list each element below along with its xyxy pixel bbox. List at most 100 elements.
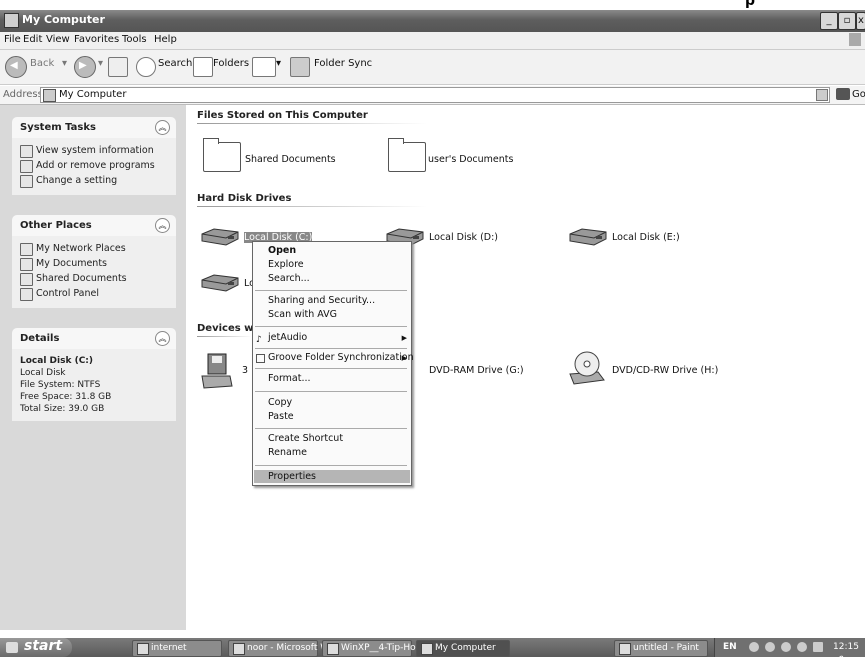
jetaudio-icon: ♪ — [256, 335, 262, 345]
go-arrow-icon[interactable] — [836, 88, 850, 100]
folders-button[interactable]: Folders — [213, 58, 249, 69]
address-dropdown-icon[interactable] — [816, 89, 828, 101]
menu-groove-sync[interactable]: Groove Folder Synchronization — [268, 352, 414, 363]
collapse-chevron-icon[interactable]: ︽ — [155, 218, 170, 233]
collapse-chevron-icon[interactable]: ︽ — [155, 120, 170, 135]
network-icon — [20, 243, 33, 256]
search-icon[interactable] — [136, 57, 156, 77]
taskbar-item-my-computer[interactable]: My Computer — [416, 640, 510, 657]
up-folder-icon[interactable] — [108, 57, 128, 77]
tray-icon-antivirus[interactable] — [781, 642, 791, 652]
details-file-system: File System: NTFS — [20, 380, 101, 390]
menu-favorites[interactable]: Favorites — [74, 34, 119, 45]
menu-rename[interactable]: Rename — [268, 447, 307, 458]
header-fragment: p — [745, 0, 756, 9]
document-icon — [327, 643, 339, 655]
menu-paste[interactable]: Paste — [268, 411, 294, 422]
back-dropdown-icon[interactable]: ▾ — [62, 58, 67, 69]
submenu-arrow-icon: ▶ — [401, 334, 407, 342]
folder-label: Shared Documents — [245, 154, 336, 165]
programs-icon — [20, 160, 33, 173]
hard-disk-icon — [569, 228, 607, 246]
menu-separator — [255, 428, 407, 429]
go-button[interactable]: Go — [852, 89, 865, 100]
windows-flag-icon — [849, 33, 861, 46]
menu-scan-avg[interactable]: Scan with AVG — [268, 309, 337, 320]
maximize-button[interactable]: ▫ — [838, 12, 856, 30]
other-places-header[interactable]: Other Places ︽ — [12, 215, 176, 236]
task-add-remove-programs[interactable]: Add or remove programs — [12, 159, 176, 174]
collapse-chevron-icon[interactable]: ︽ — [155, 331, 170, 346]
tray-icon-display[interactable] — [813, 642, 823, 652]
menu-help[interactable]: Help — [154, 34, 177, 45]
tray-icon-sync[interactable] — [797, 642, 807, 652]
menu-create-shortcut[interactable]: Create Shortcut — [268, 433, 343, 444]
language-indicator[interactable]: EN — [723, 642, 737, 652]
place-control-panel[interactable]: Control Panel — [12, 287, 176, 302]
windows-logo-icon — [6, 642, 18, 653]
tray-icon-media[interactable] — [749, 642, 759, 652]
place-label: My Network Places — [36, 243, 126, 254]
menu-file[interactable]: File — [4, 34, 21, 45]
menu-separator — [255, 391, 407, 392]
minimize-button[interactable]: _ — [820, 12, 838, 30]
menu-separator — [255, 326, 407, 327]
taskbar-item-word[interactable]: noor - Microsoft W... — [228, 640, 337, 657]
folder-icon — [137, 643, 149, 655]
folder-icon — [203, 138, 241, 172]
task-view-system-info[interactable]: View system information — [12, 144, 176, 159]
section-divider — [197, 206, 427, 207]
title-bar: My Computer _ ▫ x — [0, 10, 865, 32]
details-type: Local Disk — [20, 368, 66, 378]
section-divider — [197, 123, 427, 124]
forward-arrow-icon[interactable]: ▶ — [74, 56, 96, 78]
views-icon[interactable] — [252, 57, 276, 77]
place-my-network-places[interactable]: My Network Places — [12, 242, 176, 257]
views-dropdown-icon[interactable]: ▾ — [276, 58, 281, 69]
taskbar-item-paint[interactable]: untitled - Paint — [614, 640, 708, 657]
menu-separator — [255, 465, 407, 466]
address-input[interactable]: My Computer — [40, 87, 830, 103]
system-tasks-header[interactable]: System Tasks ︽ — [12, 117, 176, 138]
menu-copy[interactable]: Copy — [268, 397, 292, 408]
menu-jetaudio[interactable]: jetAudio — [268, 332, 307, 343]
menu-properties[interactable]: Properties — [268, 471, 316, 482]
control-panel-icon — [20, 288, 33, 301]
menu-tools[interactable]: Tools — [122, 34, 147, 45]
folder-sync-button[interactable]: Folder Sync — [314, 58, 372, 69]
menu-edit[interactable]: Edit — [23, 34, 42, 45]
close-button[interactable]: x — [856, 12, 865, 30]
system-tray: EN 12:15 ص — [714, 638, 865, 662]
search-button[interactable]: Search — [158, 58, 192, 69]
toolbar: ◀ Back ▾ ▶ ▾ Search Folders ▾ Folder Syn… — [0, 50, 865, 85]
system-info-icon — [20, 145, 33, 158]
forward-dropdown-icon[interactable]: ▾ — [98, 58, 103, 69]
menu-open[interactable]: Open — [268, 245, 296, 256]
details-header[interactable]: Details ︽ — [12, 328, 176, 349]
details-total-size: Total Size: 39.0 GB — [20, 404, 105, 414]
taskbar-item-winxp-tips[interactable]: WinXP__4-Tip-Ho... — [322, 640, 424, 657]
system-tasks-panel: System Tasks ︽ View system information A… — [12, 117, 176, 195]
taskbar-item-internet[interactable]: internet — [132, 640, 222, 657]
folder-sync-icon[interactable] — [290, 57, 310, 77]
back-arrow-icon[interactable]: ◀ — [5, 56, 27, 78]
control-panel-icon — [20, 175, 33, 188]
place-my-documents[interactable]: My Documents — [12, 257, 176, 272]
menu-explore[interactable]: Explore — [268, 259, 304, 270]
address-bar: Address My Computer Go — [0, 86, 865, 105]
tray-icon-network[interactable] — [765, 642, 775, 652]
folders-icon[interactable] — [193, 57, 213, 77]
menu-format[interactable]: Format... — [268, 373, 311, 384]
menu-sharing-security[interactable]: Sharing and Security... — [268, 295, 375, 306]
window-title: My Computer — [22, 13, 105, 26]
my-computer-icon — [421, 643, 433, 655]
task-change-setting[interactable]: Change a setting — [12, 174, 176, 189]
device-label: 3 — [242, 365, 249, 376]
back-button[interactable]: Back — [30, 58, 54, 69]
place-shared-documents[interactable]: Shared Documents — [12, 272, 176, 287]
menu-search[interactable]: Search... — [268, 273, 310, 284]
device-label: DVD/CD-RW Drive (H:) — [612, 365, 719, 376]
start-button[interactable]: start — [0, 638, 72, 657]
menu-view[interactable]: View — [46, 34, 70, 45]
task-label: internet — [151, 643, 187, 653]
